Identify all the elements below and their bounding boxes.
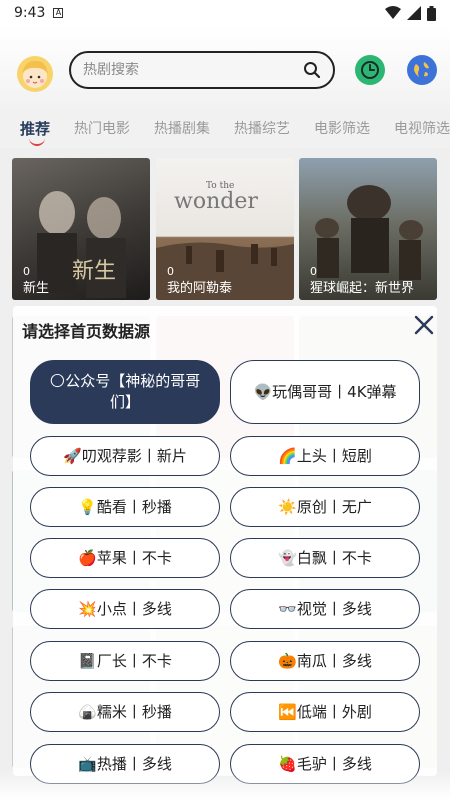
tab-recommend[interactable]: 推荐 xyxy=(20,118,50,139)
notification-icon: A xyxy=(53,8,64,18)
movie-title: 猩球崛起：新世界 xyxy=(310,281,415,296)
movie-title: 我的阿勒泰 xyxy=(167,281,233,296)
source-option-selected[interactable]: 🌕公众号【神秘的哥哥们】 xyxy=(30,360,220,424)
search-input[interactable] xyxy=(83,62,303,78)
tab-tv-filter[interactable]: 电视筛选 xyxy=(394,118,450,138)
battery-icon xyxy=(427,5,436,21)
close-icon[interactable] xyxy=(413,314,435,336)
movie-title: 新生 xyxy=(23,281,50,296)
movie-poster: To the wonder 0 我的阿勒泰 xyxy=(156,158,294,300)
bottom-fade xyxy=(0,770,450,800)
movie-card[interactable]: 0 猩球崛起：新世界 xyxy=(299,158,437,300)
signal-icon xyxy=(407,6,421,20)
source-option[interactable]: 💡酷看丨秒播 xyxy=(30,487,220,527)
source-option[interactable]: 🎃南瓜丨多线 xyxy=(230,641,420,681)
source-option[interactable]: 🍎苹果丨不卡 xyxy=(30,538,220,578)
search-box[interactable] xyxy=(69,51,335,89)
source-option[interactable]: 👻白飘丨不卡 xyxy=(230,538,420,578)
movie-card[interactable]: To the wonder 0 我的阿勒泰 xyxy=(156,158,294,300)
status-bar: 9:43 A xyxy=(0,0,450,26)
svg-text:新生: 新生 xyxy=(72,259,116,284)
wifi-icon xyxy=(385,6,401,19)
status-left: 9:43 A xyxy=(14,5,64,21)
source-option[interactable]: 💥小点丨多线 xyxy=(30,589,220,629)
globe-button[interactable] xyxy=(407,55,437,85)
dialog-title: 请选择首页数据源 xyxy=(22,322,151,341)
source-option[interactable]: ⏮️低端丨外剧 xyxy=(230,692,420,732)
source-option[interactable]: 🍙糯米丨秒播 xyxy=(30,692,220,732)
source-option[interactable]: ☀️原创丨无广 xyxy=(230,487,420,527)
tab-hot-variety[interactable]: 热播综艺 xyxy=(234,118,290,138)
avatar-face-icon xyxy=(22,60,48,88)
search-icon[interactable] xyxy=(303,61,321,79)
tab-movie-filter[interactable]: 电影筛选 xyxy=(314,118,370,138)
movie-card[interactable]: 新生 0 新生 xyxy=(12,158,150,300)
movie-poster: 新生 0 新生 xyxy=(12,158,150,300)
source-option[interactable]: 👽玩偶哥哥丨4K弹幕 xyxy=(230,360,420,424)
tab-hot-series[interactable]: 热播剧集 xyxy=(154,118,210,138)
source-option[interactable]: 🌈上头丨短剧 xyxy=(230,436,420,476)
tab-hot-movies[interactable]: 热门电影 xyxy=(74,118,130,138)
avatar[interactable] xyxy=(17,56,53,92)
category-tabs: 推荐 热门电影 热播剧集 热播综艺 电影筛选 电视筛选 xyxy=(0,108,450,148)
source-option[interactable]: 📓厂长丨不卡 xyxy=(30,641,220,681)
source-option[interactable]: 👓视觉丨多线 xyxy=(230,589,420,629)
header xyxy=(0,26,450,116)
movie-poster: 0 猩球崛起：新世界 xyxy=(299,158,437,300)
history-button[interactable] xyxy=(355,55,385,85)
globe-icon xyxy=(412,60,432,80)
svg-text:wonder: wonder xyxy=(174,189,258,214)
status-right xyxy=(385,5,436,21)
clock-icon xyxy=(361,61,379,79)
source-option[interactable]: 🚀叨观荐影丨新片 xyxy=(30,436,220,476)
status-time: 9:43 xyxy=(14,5,46,21)
